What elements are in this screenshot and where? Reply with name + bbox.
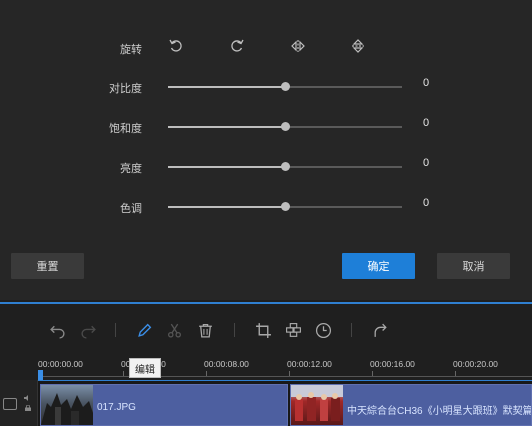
brightness-slider-thumb[interactable] [281, 162, 290, 171]
hue-slider-fill [168, 206, 285, 208]
clip-name: 中天綜合台CH36《小明星大跟班》默契篇.m [347, 406, 532, 417]
playhead[interactable] [38, 370, 43, 380]
rotate-right-button[interactable] [226, 36, 248, 56]
hue-label: 色调 [120, 203, 142, 215]
brightness-value: 0 [423, 157, 430, 169]
redo-icon [80, 325, 96, 339]
ruler-tick-label: 00:00:00.00 [38, 359, 83, 369]
export-button[interactable] [370, 320, 390, 340]
edit-button[interactable] [134, 320, 154, 340]
rotate-label: 旋转 [120, 44, 142, 56]
ruler-baseline [40, 376, 532, 377]
toolbar-separator [351, 323, 352, 337]
brightness-slider[interactable] [168, 162, 402, 171]
ruler-tick-label: 00:00:12.00 [287, 359, 332, 369]
speaker-icon[interactable] [24, 395, 32, 401]
contrast-row: 对比度 0 [0, 77, 532, 97]
brightness-row: 亮度 0 [0, 157, 532, 177]
hue-slider-thumb[interactable] [281, 202, 290, 211]
saturation-row: 饱和度 0 [0, 117, 532, 137]
edit-tooltip: 编辑 [129, 358, 161, 378]
hue-row: 色调 0 [0, 197, 532, 217]
saturation-label: 饱和度 [109, 123, 142, 135]
track-header [0, 380, 38, 426]
clip-name: 017.JPG [97, 402, 136, 413]
export-icon [374, 323, 387, 337]
clip-thumbnail [291, 385, 343, 425]
edit-toolbar [0, 304, 532, 352]
ruler-tick-label: 00:00:08.00 [204, 359, 249, 369]
video-track-icon [3, 398, 17, 410]
contrast-value: 0 [423, 77, 430, 89]
ruler-tick-label: 00:00:16.00 [370, 359, 415, 369]
hue-value: 0 [423, 197, 430, 209]
redo-button[interactable] [78, 320, 98, 340]
duration-clock-icon [315, 322, 331, 338]
clip-thumbnail [41, 385, 93, 425]
delete-icon [198, 323, 212, 338]
cut-icon [167, 323, 181, 338]
saturation-slider-fill [168, 126, 285, 128]
flip-vertical-button[interactable] [347, 36, 369, 56]
flip-horizontal-button[interactable] [287, 36, 309, 56]
rotate-right-icon [231, 39, 244, 52]
adjust-dialog: 旋转 对比度 0 饱和度 0 亮度 0 色调 0 重置 确定 取消 [0, 0, 532, 300]
delete-button[interactable] [195, 320, 215, 340]
undo-button[interactable] [47, 320, 67, 340]
saturation-slider[interactable] [168, 122, 402, 131]
video-track: 017.JPG 中天綜合台CH36《小明星大跟班》默契篇.m [0, 380, 532, 426]
toolbar-separator [115, 323, 116, 337]
lock-icon[interactable] [24, 405, 32, 411]
contrast-slider[interactable] [168, 82, 402, 91]
flip-horizontal-icon [291, 40, 305, 52]
ruler-tick-label: 00:00:20.00 [453, 359, 498, 369]
rotate-left-icon [169, 39, 182, 52]
crop-icon [255, 322, 271, 338]
reset-button[interactable]: 重置 [11, 253, 84, 279]
cut-button[interactable] [164, 320, 184, 340]
contrast-label: 对比度 [109, 83, 142, 95]
timeline-top-border [38, 380, 532, 381]
clip-image[interactable]: 017.JPG [40, 384, 288, 426]
brightness-label: 亮度 [120, 163, 142, 175]
toolbar-separator [234, 323, 235, 337]
flip-vertical-icon [352, 39, 364, 53]
edit-icon [137, 323, 151, 337]
hue-slider[interactable] [168, 202, 402, 211]
ok-button[interactable]: 确定 [342, 253, 415, 279]
mosaic-icon [285, 322, 301, 337]
duration-button[interactable] [313, 320, 333, 340]
clip-video[interactable]: 中天綜合台CH36《小明星大跟班》默契篇.m [290, 384, 532, 426]
cancel-button[interactable]: 取消 [437, 253, 510, 279]
saturation-value: 0 [423, 117, 430, 129]
contrast-slider-fill [168, 86, 285, 88]
timeline-ruler[interactable]: 00:00:00.00 00:00:04.00 00:00:08.00 00:0… [0, 352, 532, 380]
contrast-slider-thumb[interactable] [281, 82, 290, 91]
rotate-left-button[interactable] [165, 36, 187, 56]
saturation-slider-thumb[interactable] [281, 122, 290, 131]
brightness-slider-fill [168, 166, 285, 168]
crop-button[interactable] [253, 320, 273, 340]
undo-icon [49, 325, 65, 339]
mosaic-button[interactable] [283, 320, 303, 340]
